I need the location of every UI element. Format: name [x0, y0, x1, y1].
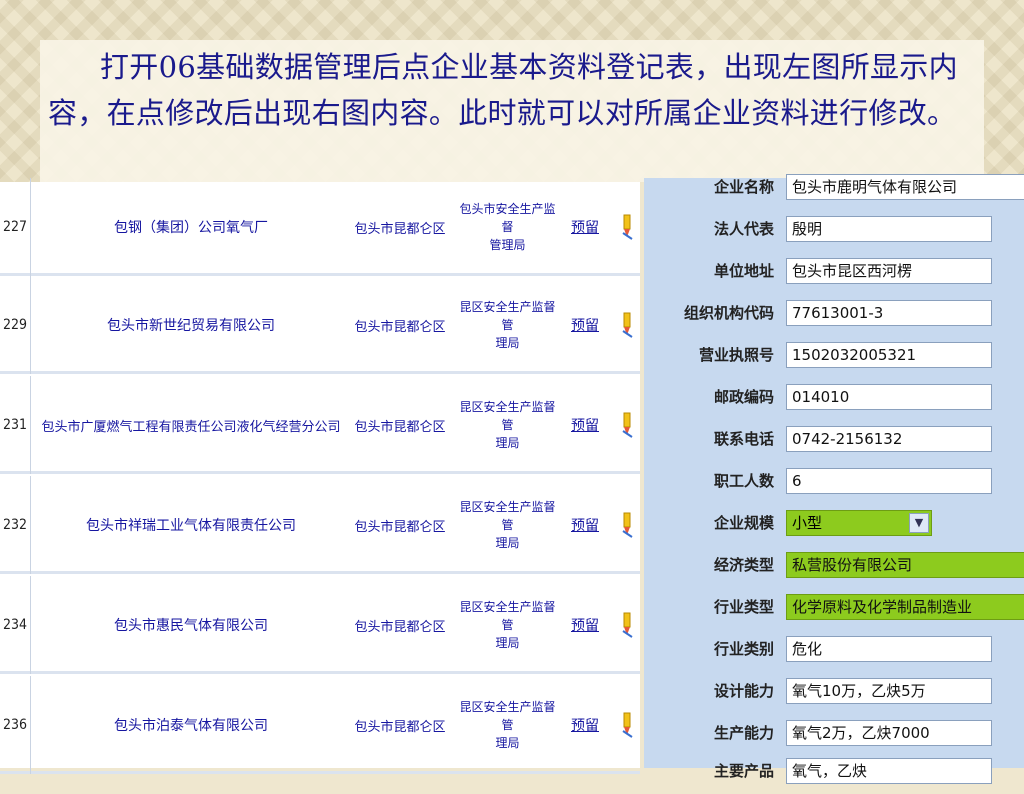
reserve-link[interactable]: 预留 — [565, 178, 605, 276]
field-main-products: 主要产品 氧气，乙炔 — [644, 754, 1024, 794]
reserve-link[interactable]: 预留 — [565, 376, 605, 474]
reserve-link[interactable]: 预留 — [565, 576, 605, 674]
industry-category-input[interactable]: 危化 — [786, 636, 992, 662]
row-id: 234 — [0, 576, 31, 674]
edit-pencil-icon[interactable] — [614, 476, 640, 574]
org-code-input[interactable]: 77613001-3 — [786, 300, 992, 326]
legal-representative-input[interactable]: 殷明 — [786, 216, 992, 242]
employee-count-input[interactable]: 6 — [786, 468, 992, 494]
economic-type-input[interactable]: 私营股份有限公司 — [786, 552, 1024, 578]
region: 包头市昆都仑区 — [354, 619, 446, 635]
enterprise-edit-form: 企业名称 包头市鹿明气体有限公司 法人代表 殷明 单位地址 包头市昆区西河楞 组… — [644, 174, 1024, 784]
supervising-agency: 昆区安全生产监督管 理局 — [459, 500, 556, 550]
enterprise-name-input[interactable]: 包头市鹿明气体有限公司 — [786, 174, 1024, 200]
supervising-agency: 昆区安全生产监督管 理局 — [459, 600, 556, 650]
instruction-text: 打开06基础数据管理后点企业基本资料登记表，出现左图所显示内容，在点修改后出现右… — [48, 50, 958, 130]
region: 包头市昆都仑区 — [354, 719, 446, 735]
field-design-capacity: 设计能力 氧气10万，乙炔5万 — [644, 674, 1024, 714]
business-license-input[interactable]: 1502032005321 — [786, 342, 992, 368]
field-label: 职工人数 — [713, 472, 774, 490]
field-postal-code: 邮政编码 014010 — [644, 380, 1024, 420]
field-business-license: 营业执照号 1502032005321 — [644, 338, 1024, 378]
supervising-agency: 昆区安全生产监督管 理局 — [459, 300, 556, 350]
field-enterprise-scale: 企业规模 小型 ▼ — [644, 506, 1024, 546]
enterprise-scale-select[interactable]: 小型 ▼ — [786, 510, 932, 536]
row-id: 232 — [0, 476, 31, 574]
reserve-link[interactable]: 预留 — [565, 276, 605, 374]
field-label: 企业规模 — [713, 514, 774, 532]
field-label: 邮政编码 — [713, 388, 774, 406]
industry-type-input[interactable]: 化学原料及化学制品制造业 — [786, 594, 1024, 620]
supervising-agency: 昆区安全生产监督管 理局 — [459, 700, 556, 750]
field-address: 单位地址 包头市昆区西河楞 — [644, 254, 1024, 294]
table-row[interactable]: 234 包头市惠民气体有限公司 包头市昆都仑区 昆区安全生产监督管 理局 预留 — [0, 576, 640, 674]
field-label: 联系电话 — [713, 430, 774, 448]
reserve-link[interactable]: 预留 — [565, 476, 605, 574]
design-capacity-input[interactable]: 氧气10万，乙炔5万 — [786, 678, 992, 704]
row-id: 227 — [0, 178, 31, 276]
table-row[interactable]: 236 包头市泊泰气体有限公司 包头市昆都仑区 昆区安全生产监督管 理局 预留 — [0, 676, 640, 774]
region: 包头市昆都仑区 — [354, 319, 446, 335]
selected-value: 小型 — [792, 514, 823, 532]
region: 包头市昆都仑区 — [354, 519, 446, 535]
row-id: 231 — [0, 376, 31, 474]
table-row[interactable]: 232 包头市祥瑞工业气体有限责任公司 包头市昆都仑区 昆区安全生产监督管 理局… — [0, 476, 640, 574]
edit-pencil-icon[interactable] — [614, 376, 640, 474]
field-industry-type: 行业类型 化学原料及化学制品制造业 — [644, 590, 1024, 630]
enterprise-list-table: 227 包钢（集团）公司氧气厂 包头市昆都仑区 包头市安全生产监督 管理局 预留… — [0, 178, 640, 774]
address-input[interactable]: 包头市昆区西河楞 — [786, 258, 992, 284]
main-products-input[interactable]: 氧气，乙炔 — [786, 758, 992, 784]
field-economic-type: 经济类型 私营股份有限公司 — [644, 548, 1024, 588]
field-production-capacity: 生产能力 氧气2万，乙炔7000 — [644, 716, 1024, 756]
reserve-link[interactable]: 预留 — [565, 676, 605, 774]
edit-pencil-icon[interactable] — [614, 676, 640, 774]
field-phone: 联系电话 0742-2156132 — [644, 422, 1024, 462]
field-legal-representative: 法人代表 殷明 — [644, 212, 1024, 252]
field-label: 主要产品 — [713, 762, 774, 780]
field-label: 经济类型 — [713, 556, 774, 574]
field-label: 企业名称 — [713, 178, 774, 196]
field-label: 组织机构代码 — [683, 304, 774, 322]
enterprise-name: 包头市惠民气体有限公司 — [114, 618, 268, 634]
field-label: 法人代表 — [713, 220, 774, 238]
region: 包头市昆都仑区 — [354, 419, 446, 435]
field-industry-category: 行业类别 危化 — [644, 632, 1024, 672]
edit-pencil-icon[interactable] — [614, 178, 640, 276]
table-row[interactable]: 231 包头市广厦燃气工程有限责任公司液化气经营分公司 包头市昆都仑区 昆区安全… — [0, 376, 640, 474]
edit-pencil-icon[interactable] — [614, 276, 640, 374]
field-label: 设计能力 — [713, 682, 774, 700]
postal-code-input[interactable]: 014010 — [786, 384, 992, 410]
row-id: 229 — [0, 276, 31, 374]
enterprise-name: 包头市新世纪贸易有限公司 — [107, 318, 275, 334]
edit-pencil-icon[interactable] — [614, 576, 640, 674]
table-row[interactable]: 227 包钢（集团）公司氧气厂 包头市昆都仑区 包头市安全生产监督 管理局 预留 — [0, 178, 640, 276]
field-enterprise-name: 企业名称 包头市鹿明气体有限公司 — [644, 170, 1024, 210]
field-label: 生产能力 — [713, 724, 774, 742]
row-id: 236 — [0, 676, 31, 774]
enterprise-name: 包头市祥瑞工业气体有限责任公司 — [86, 518, 296, 534]
production-capacity-input[interactable]: 氧气2万，乙炔7000 — [786, 720, 992, 746]
enterprise-name: 包头市广厦燃气工程有限责任公司液化气经营分公司 — [41, 419, 341, 435]
supervising-agency: 包头市安全生产监督 管理局 — [459, 202, 556, 252]
table-row[interactable]: 229 包头市新世纪贸易有限公司 包头市昆都仑区 昆区安全生产监督管 理局 预留 — [0, 276, 640, 374]
field-org-code: 组织机构代码 77613001-3 — [644, 296, 1024, 336]
enterprise-name: 包头市泊泰气体有限公司 — [114, 718, 268, 734]
slide-header: 打开06基础数据管理后点企业基本资料登记表，出现左图所显示内容，在点修改后出现右… — [0, 0, 1024, 182]
field-label: 行业类型 — [713, 598, 774, 616]
field-label: 单位地址 — [713, 262, 774, 280]
field-label: 行业类别 — [713, 640, 774, 658]
field-label: 营业执照号 — [698, 346, 774, 364]
enterprise-name: 包钢（集团）公司氧气厂 — [114, 220, 268, 236]
supervising-agency: 昆区安全生产监督管 理局 — [459, 400, 556, 450]
phone-input[interactable]: 0742-2156132 — [786, 426, 992, 452]
region: 包头市昆都仑区 — [354, 221, 446, 237]
field-employee-count: 职工人数 6 — [644, 464, 1024, 504]
chevron-down-icon[interactable]: ▼ — [909, 513, 929, 533]
